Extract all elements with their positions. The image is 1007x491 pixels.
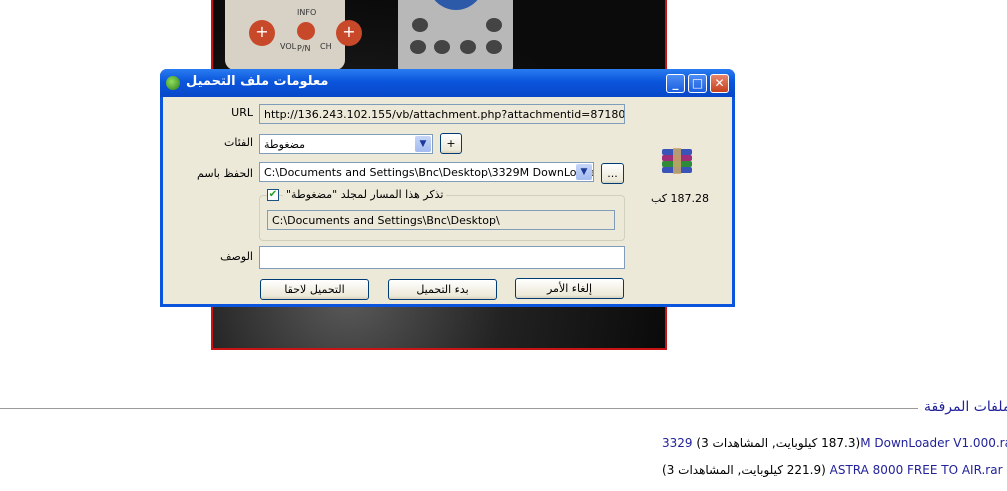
remote-small-button	[434, 40, 450, 54]
section-divider	[0, 408, 918, 409]
add-category-button[interactable]: +	[440, 133, 462, 154]
attachments-section-title: الملفات المرفقة	[924, 399, 1007, 415]
chevron-down-icon[interactable]: ▼	[576, 164, 592, 180]
download-info-dialog: معلومات ملف التحميل _ □ ✕ URL http://136…	[160, 69, 735, 307]
download-later-button[interactable]: التحميل لاحقا	[260, 279, 369, 300]
dialog-title: معلومات ملف التحميل	[186, 74, 329, 89]
remote-control-right	[398, 0, 513, 75]
file-size-label: 187.28 كب	[650, 192, 709, 205]
attachment-info: (187.3 كيلوبايت, المشاهدات 3)	[696, 436, 861, 450]
save-as-combo[interactable]: C:\Documents and Settings\Bnc\Desktop\33…	[259, 162, 594, 182]
attachment-item: (187.3 كيلوبايت, المشاهدات 3) 3329M Down…	[662, 436, 1007, 450]
attachment-item: (221.9 كيلوبايت, المشاهدات 3) ASTRA 8000…	[662, 463, 1003, 477]
remember-path-checkbox[interactable]: ✔	[267, 189, 279, 201]
dialog-body: URL http://136.243.102.155/vb/attachment…	[163, 97, 732, 304]
close-button[interactable]: ✕	[710, 74, 729, 93]
remote-label-ch: CH	[320, 42, 332, 51]
save-as-label: الحفظ باسم	[197, 167, 253, 180]
remote-small-button	[460, 40, 476, 54]
maximize-button[interactable]: □	[688, 74, 707, 93]
cancel-button[interactable]: إلغاء الأمر	[515, 278, 624, 299]
remember-path-label: تذكر هذا المسار لمجلد "مضغوطة"	[283, 188, 447, 201]
url-label: URL	[231, 106, 253, 119]
remote-control-left: INFO + VOL P/N CH +	[225, 0, 362, 70]
remote-small-button	[412, 18, 428, 32]
remote-round-button	[297, 22, 315, 40]
remembered-path-field: C:\Documents and Settings\Bnc\Desktop\	[267, 210, 615, 230]
remote-label-pn: P/N	[297, 44, 311, 53]
winrar-archive-icon	[660, 148, 694, 175]
download-globe-icon	[166, 76, 180, 90]
remote-small-button	[486, 18, 502, 32]
category-select[interactable]: مضغوطة ▼	[259, 134, 433, 154]
remote-plus-button: +	[336, 20, 362, 46]
dialog-titlebar[interactable]: معلومات ملف التحميل _ □ ✕	[160, 69, 735, 97]
category-value: مضغوطة	[264, 138, 306, 151]
remote-dpad	[428, 0, 484, 10]
save-as-path: C:\Documents and Settings\Bnc\Desktop\33…	[264, 166, 594, 179]
remote-plus-button: +	[249, 20, 275, 46]
attachment-info: (221.9 كيلوبايت, المشاهدات 3)	[662, 463, 826, 477]
category-label: الفئات	[224, 136, 253, 149]
chevron-down-icon[interactable]: ▼	[415, 136, 431, 152]
description-input[interactable]	[259, 246, 625, 269]
remote-label-info: INFO	[297, 8, 317, 17]
remote-small-button	[410, 40, 426, 54]
description-label: الوصف	[220, 250, 253, 263]
remote-small-button	[486, 40, 502, 54]
browse-button[interactable]: ...	[601, 163, 624, 184]
url-field[interactable]: http://136.243.102.155/vb/attachment.php…	[259, 104, 625, 124]
attachment-link[interactable]: ASTRA 8000 FREE TO AIR.rar	[830, 463, 1003, 477]
minimize-button[interactable]: _	[666, 74, 685, 93]
start-download-button[interactable]: بدء التحميل	[388, 279, 497, 300]
remote-label-vol: VOL	[280, 42, 297, 51]
